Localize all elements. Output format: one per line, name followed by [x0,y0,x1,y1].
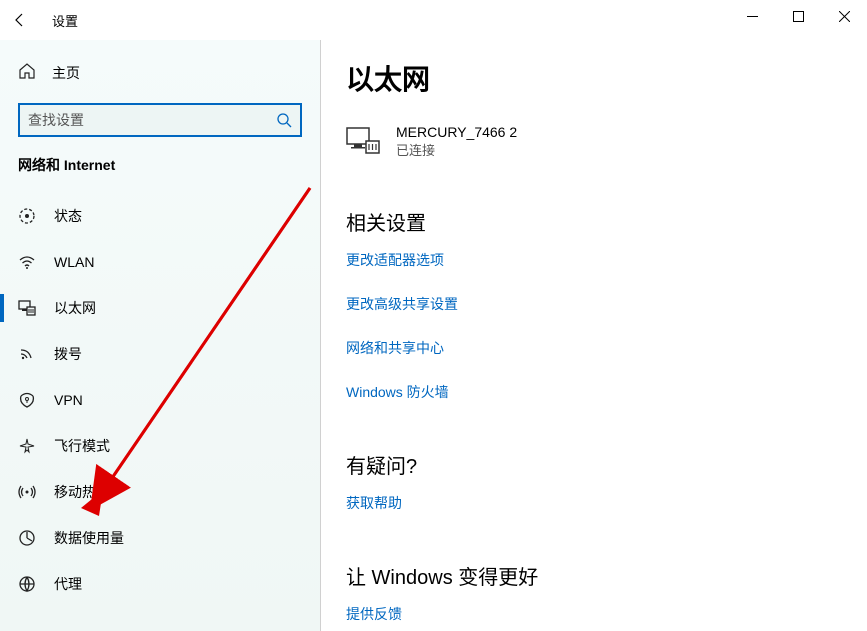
minimize-button[interactable] [729,0,775,32]
sidebar-item-label: 数据使用量 [54,528,124,548]
window-title: 设置 [52,11,78,30]
maximize-icon [793,11,804,22]
feedback-link[interactable]: 提供反馈 [346,604,841,624]
sidebar-item-label: 代理 [54,574,82,594]
maximize-button[interactable] [775,0,821,32]
arrow-left-icon [12,12,28,28]
get-help-link[interactable]: 获取帮助 [346,493,841,513]
sidebar-item-label: 飞行模式 [54,436,110,456]
window-controls [729,0,867,32]
sidebar-item-label: 状态 [54,206,82,226]
minimize-icon [747,11,758,22]
sidebar-item-hotspot[interactable]: 移动热点 [0,469,320,515]
content-area: 以太网 MERCURY_7466 2 已连接 相关设置 更改适配器选项更改高级共… [320,40,867,631]
status-icon [18,207,36,225]
related-link-0[interactable]: 更改适配器选项 [346,250,841,270]
related-link-3[interactable]: Windows 防火墙 [346,382,841,402]
search-icon [276,112,292,128]
category-header: 网络和 Internet [0,155,320,193]
sidebar-item-data[interactable]: 数据使用量 [0,515,320,561]
feedback-title: 让 Windows 变得更好 [346,561,841,590]
data-icon [18,529,36,547]
back-button[interactable] [0,0,40,40]
sidebar-item-dialup[interactable]: 拨号 [0,331,320,377]
sidebar-item-ethernet[interactable]: 以太网 [0,285,320,331]
close-button[interactable] [821,0,867,32]
home-button[interactable]: 主页 [0,54,320,91]
titlebar: 设置 [0,0,867,40]
help-title: 有疑问? [346,450,841,479]
ethernet-icon [18,299,36,317]
network-item[interactable]: MERCURY_7466 2 已连接 [346,124,841,159]
sidebar-item-proxy[interactable]: 代理 [0,561,320,607]
sidebar-item-label: 以太网 [54,298,96,318]
search-input[interactable] [28,112,276,128]
sidebar-item-wifi[interactable]: WLAN [0,239,320,285]
related-link-1[interactable]: 更改高级共享设置 [346,294,841,314]
page-title: 以太网 [346,58,841,98]
sidebar: 主页 网络和 Internet 状态 WLAN 以太网拨号 VPN 飞行模式移动热点数据… [0,40,320,631]
vpn-icon [18,391,36,409]
airplane-icon [18,437,36,455]
home-label: 主页 [52,63,80,83]
network-status: 已连接 [396,140,517,159]
sidebar-item-label: WLAN [54,254,94,270]
sidebar-item-airplane[interactable]: 飞行模式 [0,423,320,469]
network-name: MERCURY_7466 2 [396,124,517,140]
sidebar-item-label: VPN [54,392,83,408]
dialup-icon [18,345,36,363]
hotspot-icon [18,483,36,501]
sidebar-item-label: 移动热点 [54,482,110,502]
search-box[interactable] [18,103,302,137]
related-link-2[interactable]: 网络和共享中心 [346,338,841,358]
ethernet-network-icon [346,127,380,157]
close-icon [839,11,850,22]
sidebar-item-vpn[interactable]: VPN [0,377,320,423]
sidebar-item-status[interactable]: 状态 [0,193,320,239]
sidebar-item-label: 拨号 [54,344,82,364]
related-settings-title: 相关设置 [346,207,841,236]
divider [320,40,321,631]
home-icon [18,62,36,83]
wifi-icon [18,253,36,271]
proxy-icon [18,575,36,593]
